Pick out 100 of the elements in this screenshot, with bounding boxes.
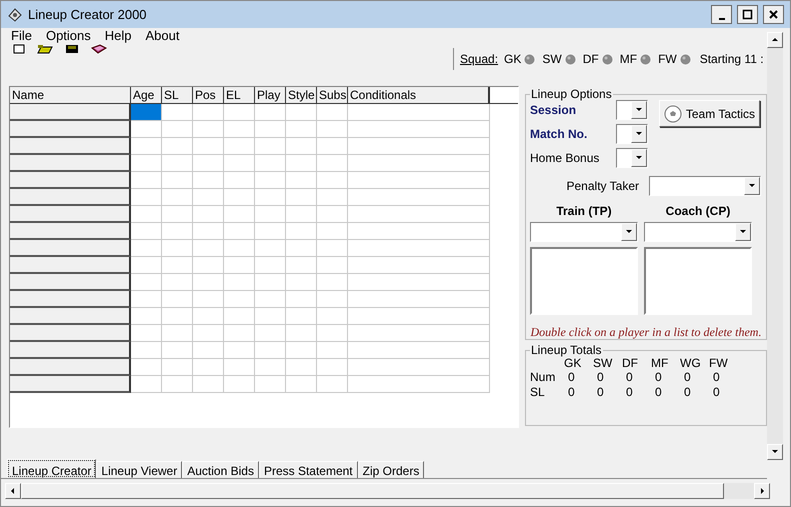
- grid-cell[interactable]: [255, 104, 286, 121]
- grid-cell[interactable]: [317, 257, 348, 274]
- grid-cell[interactable]: [286, 240, 317, 257]
- grid-cell[interactable]: [131, 223, 162, 240]
- grid-cell[interactable]: [224, 138, 255, 155]
- grid-cell[interactable]: [255, 274, 286, 291]
- grid-cell[interactable]: [286, 172, 317, 189]
- grid-cell[interactable]: [255, 291, 286, 308]
- train-list[interactable]: [530, 247, 638, 315]
- grid-cell[interactable]: [193, 172, 224, 189]
- grid-cell[interactable]: [317, 189, 348, 206]
- grid-cell[interactable]: [131, 104, 162, 121]
- grid-cell[interactable]: [193, 121, 224, 138]
- home-bonus-dropdown[interactable]: [616, 148, 648, 168]
- grid-cell[interactable]: [224, 155, 255, 172]
- grid-cell[interactable]: [193, 189, 224, 206]
- grid-cell[interactable]: [286, 121, 317, 138]
- grid-cell[interactable]: [193, 240, 224, 257]
- grid-cell[interactable]: [224, 172, 255, 189]
- row-header[interactable]: [10, 342, 131, 359]
- grid-cell[interactable]: [131, 240, 162, 257]
- row-header[interactable]: [10, 240, 131, 257]
- grid-cell[interactable]: [317, 359, 348, 376]
- column-header[interactable]: SL: [162, 87, 193, 103]
- grid-cell[interactable]: [131, 121, 162, 138]
- grid-cell[interactable]: [317, 104, 348, 121]
- row-header[interactable]: [10, 121, 131, 138]
- close-button[interactable]: [763, 5, 784, 24]
- grid-cell[interactable]: [317, 206, 348, 223]
- grid-cell[interactable]: [255, 342, 286, 359]
- grid-cell[interactable]: [193, 342, 224, 359]
- grid-cell[interactable]: [131, 172, 162, 189]
- grid-cell[interactable]: [255, 138, 286, 155]
- grid-cell[interactable]: [348, 325, 490, 342]
- grid-cell[interactable]: [348, 257, 490, 274]
- coach-list[interactable]: [644, 247, 752, 315]
- grid-cell[interactable]: [162, 104, 193, 121]
- grid-cell[interactable]: [193, 308, 224, 325]
- grid-cell[interactable]: [162, 257, 193, 274]
- grid-cell[interactable]: [193, 257, 224, 274]
- row-header[interactable]: [10, 291, 131, 308]
- book-icon[interactable]: [91, 44, 107, 54]
- grid-cell[interactable]: [348, 172, 490, 189]
- grid-cell[interactable]: [286, 359, 317, 376]
- grid-cell[interactable]: [162, 376, 193, 393]
- grid-cell[interactable]: [162, 121, 193, 138]
- grid-cell[interactable]: [286, 308, 317, 325]
- grid-cell[interactable]: [286, 223, 317, 240]
- grid-cell[interactable]: [224, 223, 255, 240]
- grid-cell[interactable]: [255, 206, 286, 223]
- row-header[interactable]: [10, 155, 131, 172]
- grid-cell[interactable]: [131, 342, 162, 359]
- row-header[interactable]: [10, 257, 131, 274]
- grid-cell[interactable]: [348, 206, 490, 223]
- grid-cell[interactable]: [317, 291, 348, 308]
- row-header[interactable]: [10, 189, 131, 206]
- row-header[interactable]: [10, 376, 131, 393]
- grid-cell[interactable]: [162, 359, 193, 376]
- match-number-dropdown[interactable]: [616, 124, 648, 144]
- blank-page-icon[interactable]: [13, 44, 25, 54]
- grid-cell[interactable]: [162, 206, 193, 223]
- grid-cell[interactable]: [224, 359, 255, 376]
- grid-cell[interactable]: [193, 274, 224, 291]
- grid-cell[interactable]: [131, 308, 162, 325]
- grid-cell[interactable]: [348, 104, 490, 121]
- grid-cell[interactable]: [162, 274, 193, 291]
- grid-cell[interactable]: [255, 172, 286, 189]
- grid-cell[interactable]: [255, 308, 286, 325]
- grid-cell[interactable]: [162, 325, 193, 342]
- grid-cell[interactable]: [286, 325, 317, 342]
- grid-cell[interactable]: [348, 223, 490, 240]
- grid-cell[interactable]: [348, 376, 490, 393]
- grid-cell[interactable]: [131, 138, 162, 155]
- row-header[interactable]: [10, 223, 131, 240]
- row-header[interactable]: [10, 172, 131, 189]
- folder-icon[interactable]: [37, 44, 53, 54]
- grid-cell[interactable]: [286, 138, 317, 155]
- team-tactics-button[interactable]: Team Tactics: [658, 100, 760, 127]
- grid-cell[interactable]: [348, 359, 490, 376]
- grid-cell[interactable]: [162, 291, 193, 308]
- tab[interactable]: Lineup Viewer: [96, 461, 182, 478]
- row-header[interactable]: [10, 138, 131, 155]
- grid-cell[interactable]: [224, 206, 255, 223]
- grid-cell[interactable]: [317, 138, 348, 155]
- grid-cell[interactable]: [162, 223, 193, 240]
- grid-cell[interactable]: [348, 291, 490, 308]
- grid-cell[interactable]: [131, 189, 162, 206]
- grid-cell[interactable]: [193, 325, 224, 342]
- grid-cell[interactable]: [286, 189, 317, 206]
- grid-cell[interactable]: [317, 155, 348, 172]
- grid-cell[interactable]: [286, 104, 317, 121]
- grid-cell[interactable]: [193, 376, 224, 393]
- grid-cell[interactable]: [131, 274, 162, 291]
- grid-cell[interactable]: [131, 359, 162, 376]
- grid-cell[interactable]: [224, 325, 255, 342]
- grid-cell[interactable]: [348, 155, 490, 172]
- grid-cell[interactable]: [348, 138, 490, 155]
- grid-cell[interactable]: [193, 206, 224, 223]
- grid-cell[interactable]: [162, 189, 193, 206]
- grid-cell[interactable]: [193, 291, 224, 308]
